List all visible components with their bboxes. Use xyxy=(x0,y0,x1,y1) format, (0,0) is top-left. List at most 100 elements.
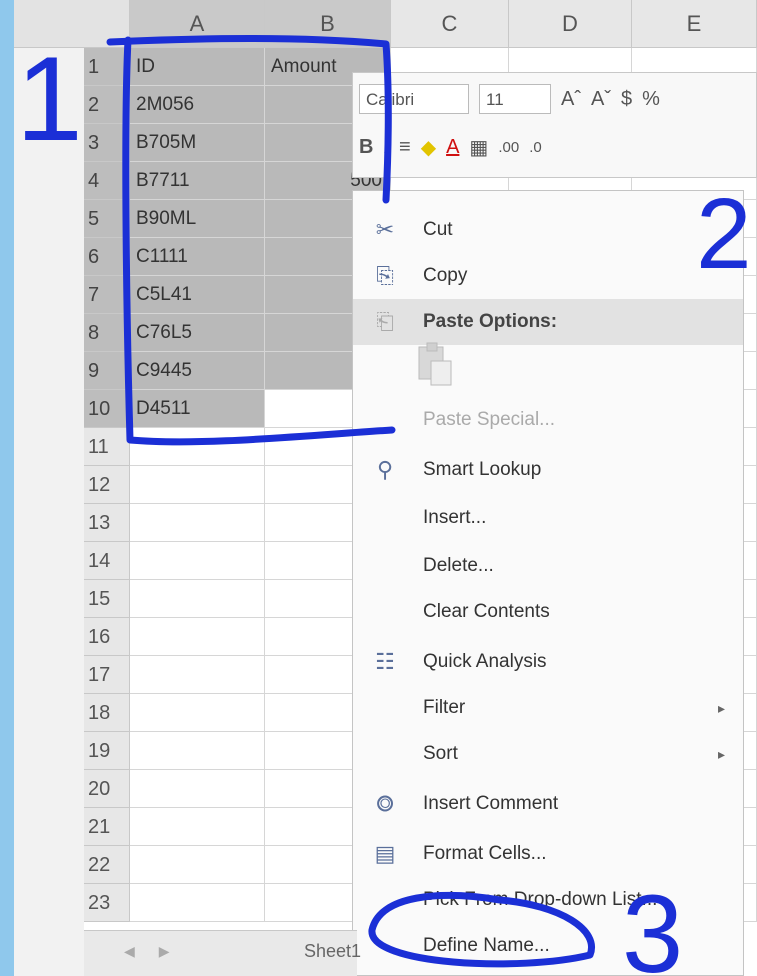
menu-item-paste-special[interactable]: Paste Special... xyxy=(353,397,743,443)
column-header-e[interactable]: E xyxy=(632,0,757,48)
column-header-b[interactable]: B xyxy=(265,0,391,48)
menu-item-label: Paste Options: xyxy=(423,311,558,332)
select-all-corner[interactable] xyxy=(14,0,130,48)
cell-id[interactable]: D4511 xyxy=(130,390,265,428)
row-header[interactable]: 20 xyxy=(84,770,130,808)
borders-icon[interactable]: ▦ xyxy=(469,135,488,160)
table-cell[interactable] xyxy=(130,884,265,922)
row-header[interactable]: 1 xyxy=(84,48,130,86)
currency-button[interactable]: $ xyxy=(621,88,632,111)
menu-item-label: Filter xyxy=(423,697,466,718)
menu-item-label: Cut xyxy=(423,219,453,240)
row-header[interactable]: 2 xyxy=(84,86,130,124)
menu-item-format-cells[interactable]: ▤ Format Cells... xyxy=(353,831,743,877)
row-header[interactable]: 7 xyxy=(84,276,130,314)
table-cell[interactable] xyxy=(130,732,265,770)
cell-id[interactable]: C76L5 xyxy=(130,314,265,352)
italic-button[interactable]: I xyxy=(383,136,389,159)
table-cell[interactable] xyxy=(130,694,265,732)
row-header[interactable]: 5 xyxy=(84,200,130,238)
row-header[interactable]: 18 xyxy=(84,694,130,732)
font-size-combo[interactable]: 11 xyxy=(479,84,551,114)
table-cell[interactable] xyxy=(130,466,265,504)
menu-item-copy[interactable]: ⎘ Copy xyxy=(353,253,743,299)
table-cell[interactable] xyxy=(130,504,265,542)
window-left-margin xyxy=(14,48,84,976)
font-color-icon[interactable]: A xyxy=(446,136,459,159)
row-header[interactable]: 11 xyxy=(84,428,130,466)
row-header[interactable]: 4 xyxy=(84,162,130,200)
column-header-a[interactable]: A xyxy=(130,0,265,48)
increase-decimal-icon[interactable]: .00 xyxy=(498,139,519,156)
bold-button[interactable]: B xyxy=(359,136,373,159)
menu-item-insert[interactable]: Insert... xyxy=(353,495,743,541)
decrease-decimal-icon[interactable]: .0 xyxy=(529,139,542,156)
row-header[interactable]: 14 xyxy=(84,542,130,580)
menu-item-smart-lookup[interactable]: ⚲ Smart Lookup xyxy=(353,447,743,493)
table-cell[interactable] xyxy=(130,428,265,466)
mini-toolbar: Calibri 11 Aˆ Aˇ $ % B I ≡ ◆ A ▦ .00 .0 xyxy=(352,72,757,178)
menu-item-delete[interactable]: Delete... xyxy=(353,543,743,589)
cell-id[interactable]: B705M xyxy=(130,124,265,162)
table-cell[interactable] xyxy=(130,618,265,656)
menu-item-sort[interactable]: Sort ▸ xyxy=(353,731,743,777)
table-cell[interactable] xyxy=(130,770,265,808)
paste-icon: ⎗ xyxy=(376,309,394,334)
font-name-combo[interactable]: Calibri xyxy=(359,84,469,114)
menu-item-label: Format Cells... xyxy=(423,843,547,864)
scissors-icon: ✂ xyxy=(375,217,395,242)
row-header[interactable]: 15 xyxy=(84,580,130,618)
menu-item-cut[interactable]: ✂ Cut xyxy=(353,207,743,253)
menu-item-label: Delete... xyxy=(423,555,494,576)
row-header[interactable]: 8 xyxy=(84,314,130,352)
menu-item-label: Define Name... xyxy=(423,935,550,956)
cell-id[interactable]: C9445 xyxy=(130,352,265,390)
sheet-tab[interactable]: Sheet1 xyxy=(304,941,361,962)
row-header[interactable]: 3 xyxy=(84,124,130,162)
table-cell[interactable] xyxy=(130,580,265,618)
sheet-nav-arrows-icon[interactable]: ◀▶ xyxy=(124,943,194,960)
menu-item-pick-from-dropdown[interactable]: Pick From Drop-down List... xyxy=(353,877,743,923)
row-header[interactable]: 13 xyxy=(84,504,130,542)
copy-icon: ⎘ xyxy=(376,263,394,288)
table-cell[interactable] xyxy=(130,542,265,580)
menu-item-quick-analysis[interactable]: ☷ Quick Analysis xyxy=(353,639,743,685)
row-header[interactable]: 23 xyxy=(84,884,130,922)
row-header[interactable]: 6 xyxy=(84,238,130,276)
row-header[interactable]: 21 xyxy=(84,808,130,846)
row-header[interactable]: 12 xyxy=(84,466,130,504)
menu-item-label: Paste Special... xyxy=(423,409,556,430)
column-header-c[interactable]: C xyxy=(391,0,509,48)
cell-id[interactable]: C5L41 xyxy=(130,276,265,314)
menu-item-define-name[interactable]: Define Name... xyxy=(353,923,743,969)
fill-color-icon[interactable]: ◆ xyxy=(421,135,436,160)
row-header[interactable]: 16 xyxy=(84,618,130,656)
menu-item-filter[interactable]: Filter ▸ xyxy=(353,685,743,731)
menu-item-label: Sort xyxy=(423,743,458,764)
row-header[interactable]: 19 xyxy=(84,732,130,770)
cell-id[interactable]: B90ML xyxy=(130,200,265,238)
row-header[interactable]: 9 xyxy=(84,352,130,390)
percent-button[interactable]: % xyxy=(642,88,660,111)
grow-font-button[interactable]: Aˆ xyxy=(561,88,581,111)
align-icon[interactable]: ≡ xyxy=(399,136,411,159)
row-header[interactable]: 17 xyxy=(84,656,130,694)
table-cell[interactable] xyxy=(130,846,265,884)
cell-id[interactable]: 2M056 xyxy=(130,86,265,124)
menu-item-label: Smart Lookup xyxy=(423,459,542,480)
sheet-tab-bar: ◀▶ Sheet1 xyxy=(84,930,361,976)
paste-clipboard-icon[interactable] xyxy=(415,341,455,387)
menu-item-insert-comment[interactable]: ⭗ Insert Comment xyxy=(353,781,743,827)
row-header[interactable]: 22 xyxy=(84,846,130,884)
cell-id[interactable]: C1111 xyxy=(130,238,265,276)
table-cell[interactable] xyxy=(130,656,265,694)
menu-item-label: Insert Comment xyxy=(423,793,559,814)
column-header-d[interactable]: D xyxy=(509,0,632,48)
cell-id[interactable]: ID xyxy=(130,48,265,86)
excel-window: A B C D E 1IDAmount22M05653B705M54B77115… xyxy=(14,0,757,976)
menu-item-clear-contents[interactable]: Clear Contents xyxy=(353,589,743,635)
table-cell[interactable] xyxy=(130,808,265,846)
row-header[interactable]: 10 xyxy=(84,390,130,428)
cell-id[interactable]: B7711 xyxy=(130,162,265,200)
shrink-font-button[interactable]: Aˇ xyxy=(591,88,611,111)
